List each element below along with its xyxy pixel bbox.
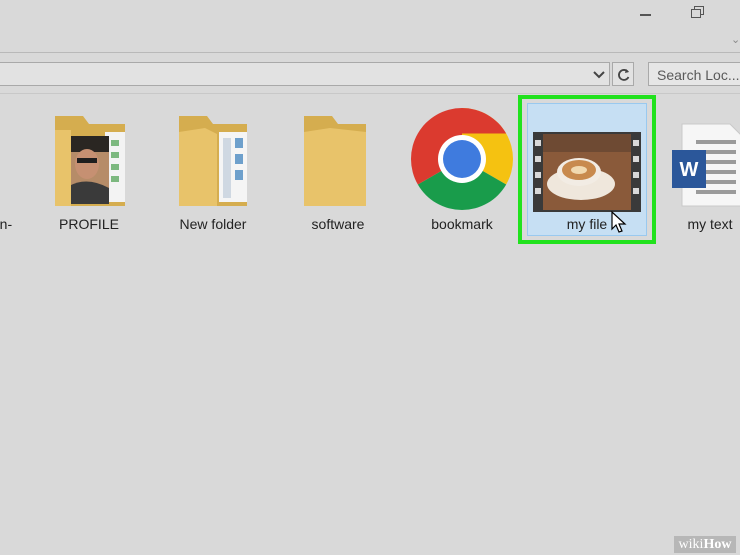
file-label: New folder [179,216,247,232]
divider [0,93,740,94]
search-input[interactable]: Search Loc... [648,62,740,86]
restore-button[interactable] [686,4,708,22]
minimize-icon [640,14,651,16]
watermark-prefix: wiki [678,537,704,552]
title-bar [0,0,740,30]
mouse-cursor-icon [611,210,629,240]
file-item-bookmark[interactable]: bookmark [398,96,526,240]
watermark-logo: wikiHow [674,536,736,553]
file-item-my-text[interactable]: W my text [646,96,740,240]
address-bar[interactable] [0,62,610,86]
address-dropdown-button[interactable] [590,64,608,84]
file-item-my-file[interactable]: my file [523,96,651,240]
file-label: my text [687,216,733,232]
minimize-button[interactable] [634,4,656,22]
file-item-profile[interactable]: PROFILE [25,96,153,240]
ribbon-toggle-icon[interactable]: ⌄ [731,33,740,46]
file-label: bookmark [431,216,493,232]
file-item-software[interactable]: software [274,96,402,240]
file-label: software [311,216,365,232]
search-placeholder: Search Loc... [657,67,740,83]
file-label: my file [566,216,608,232]
svg-text:W: W [680,159,699,181]
word-document-icon: W [646,106,740,216]
refresh-icon [618,69,630,81]
file-item-new-folder[interactable]: New folder [149,96,277,240]
folder-icon [149,106,277,216]
divider [0,52,740,53]
file-label: PROFILE [59,216,119,232]
chrome-icon [398,106,526,216]
video-file-icon [523,106,651,216]
refresh-button[interactable] [612,62,634,86]
folder-icon [274,106,402,216]
watermark-brand: How [703,537,732,552]
folder-icon [25,106,153,216]
chevron-down-icon [593,71,605,79]
